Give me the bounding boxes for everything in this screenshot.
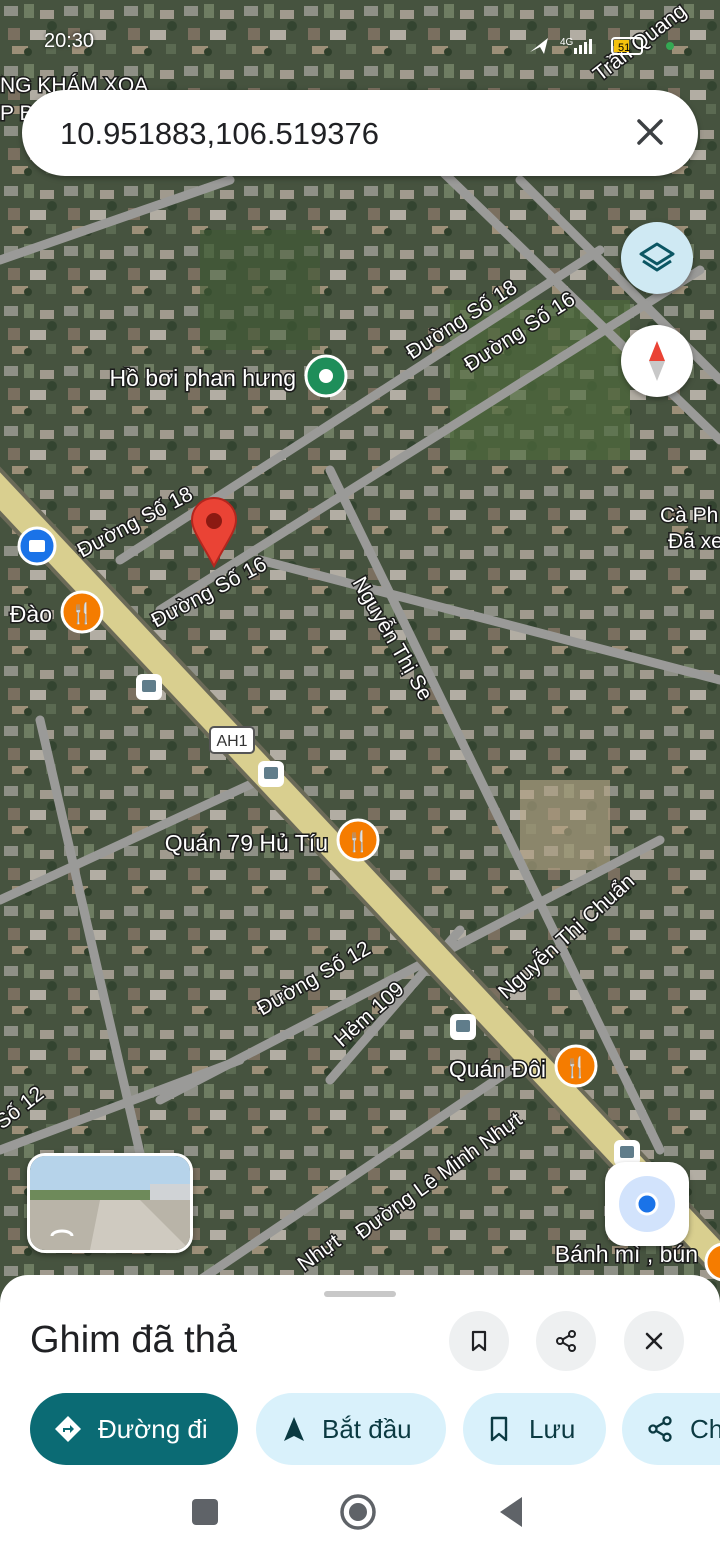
poi-shopping[interactable]	[17, 526, 57, 566]
svg-text:4G: 4G	[560, 37, 574, 48]
navigation-arrow-icon	[284, 1417, 304, 1441]
search-bar[interactable]: 10.951883,106.519376	[22, 90, 698, 176]
bus-stop-icon[interactable]	[136, 674, 162, 700]
layers-button[interactable]	[621, 222, 693, 294]
close-icon[interactable]	[630, 112, 670, 152]
bookmark-icon	[471, 1330, 487, 1352]
bus-stop-icon[interactable]	[450, 1014, 476, 1040]
my-location-button[interactable]	[605, 1162, 689, 1246]
share-icon-button[interactable]	[536, 1311, 596, 1371]
location-icon	[530, 38, 548, 54]
drag-handle[interactable]	[324, 1291, 396, 1297]
svg-text:🍴: 🍴	[70, 601, 95, 625]
partial-label: Cà Ph	[660, 504, 718, 527]
bookmark-icon	[490, 1416, 508, 1442]
close-sheet-button[interactable]	[624, 1311, 684, 1371]
svg-text:🍴: 🍴	[564, 1055, 589, 1079]
place-sheet[interactable]: Ghim đã thả Đường đi Bắt đầu Lưu Ch	[0, 1275, 720, 1560]
status-time: 20:30	[44, 30, 95, 52]
close-icon	[645, 1332, 663, 1350]
partial-label: Đã xem	[668, 530, 720, 553]
share-icon	[556, 1330, 576, 1352]
bus-stop-icon[interactable]	[258, 761, 284, 787]
home-button[interactable]	[338, 1483, 378, 1543]
status-icons: 4G 51	[528, 34, 688, 58]
compass-button[interactable]	[621, 325, 693, 397]
place-title: Ghim đã thả	[30, 1319, 237, 1361]
svg-text:🍴: 🍴	[346, 829, 371, 853]
layers-icon	[639, 242, 675, 272]
svg-text:Quán 79 Hủ Tíu: Quán 79 Hủ Tíu	[165, 830, 328, 856]
svg-text:Quán Đôi: Quán Đôi	[449, 1056, 546, 1082]
search-query[interactable]: 10.951883,106.519376	[60, 116, 379, 152]
recents-button[interactable]	[190, 1483, 220, 1543]
share-icon	[648, 1416, 672, 1442]
directions-icon	[55, 1416, 81, 1442]
share-button[interactable]: Ch	[622, 1393, 720, 1465]
compass-icon	[649, 341, 665, 381]
svg-text:51: 51	[618, 42, 630, 54]
save-button[interactable]: Lưu	[463, 1393, 606, 1465]
back-button[interactable]	[496, 1483, 526, 1543]
my-location-icon	[619, 1176, 675, 1232]
highway-shield: AH1	[209, 726, 255, 754]
start-button[interactable]: Bắt đầu	[256, 1393, 446, 1465]
svg-text:AH1: AH1	[216, 733, 247, 750]
svg-text:Đào: Đào	[10, 601, 52, 627]
satellite-map[interactable]: Đường Số 18 Đường Số 16 Đường Số 18 Đườn…	[0, 0, 720, 1300]
street-view-thumbnail[interactable]	[27, 1153, 193, 1253]
directions-button[interactable]: Đường đi	[30, 1393, 238, 1465]
save-icon-button[interactable]	[449, 1311, 509, 1371]
svg-text:Hồ bơi phan hưng: Hồ bơi phan hưng	[110, 365, 297, 391]
